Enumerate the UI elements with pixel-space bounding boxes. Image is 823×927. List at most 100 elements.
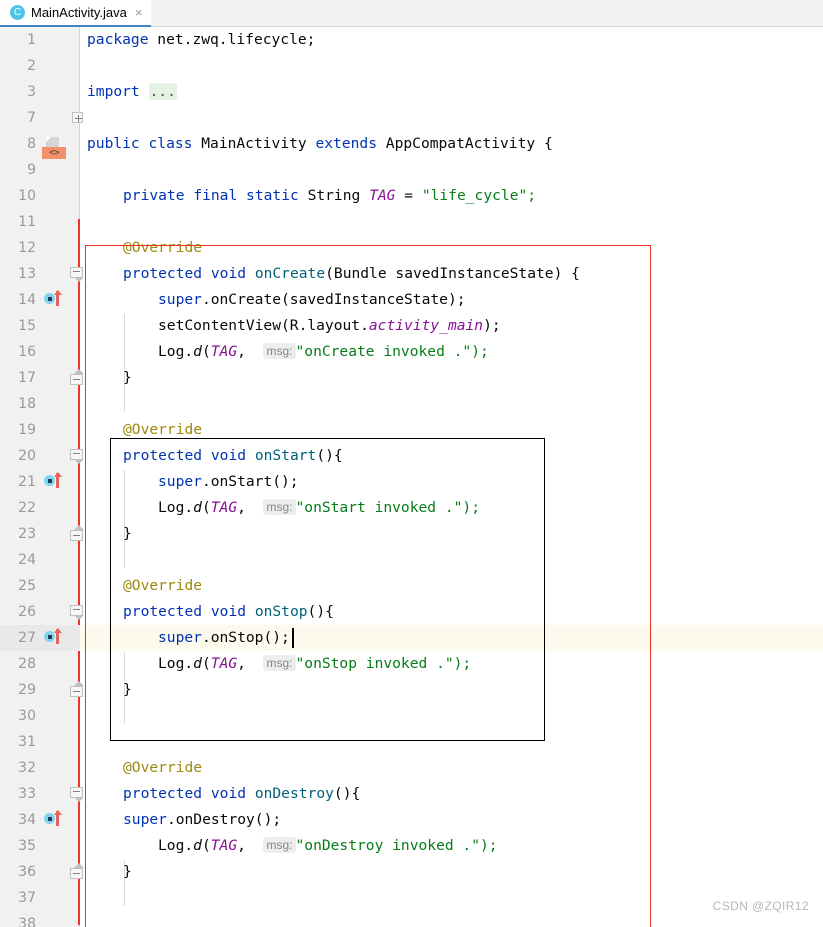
- code-line-33[interactable]: protected void onDestroy(){: [123, 781, 360, 807]
- line-number: 30: [18, 708, 36, 724]
- line-number: 16: [18, 344, 36, 360]
- brace-close: }: [123, 525, 132, 542]
- string-onstop-invoked: "onStop invoked .");: [295, 655, 472, 672]
- code-line-8[interactable]: public class MainActivity extends AppCom…: [87, 131, 553, 157]
- fold-minus-icon: [73, 271, 80, 272]
- keyword-final: final: [193, 187, 238, 204]
- comma: ,: [237, 499, 246, 516]
- tab-mainactivity-java[interactable]: C MainActivity.java ×: [0, 0, 152, 27]
- ondestroy-signature: (){: [333, 785, 361, 802]
- field-tag: TAG: [369, 187, 396, 204]
- code-line-3[interactable]: import ...: [87, 79, 177, 105]
- line-number: 12: [18, 240, 36, 256]
- override-gutter-icon-onstart[interactable]: [44, 472, 66, 489]
- code-editor[interactable]: <> 1 2 3 7 8 9 10 11 12 13 14 15 16 17 1…: [0, 27, 823, 927]
- code-line-14[interactable]: super.onCreate(savedInstanceState);: [158, 287, 466, 313]
- code-line-17[interactable]: }: [123, 365, 132, 391]
- code-line-20[interactable]: protected void onStart(){: [123, 443, 343, 469]
- parameter-hint-msg: msg:: [263, 499, 296, 515]
- editor-tab-bar: C MainActivity.java ×: [0, 0, 823, 27]
- code-line-1[interactable]: package net.zwq.lifecycle;: [87, 27, 315, 53]
- code-line-23[interactable]: }: [123, 521, 132, 547]
- code-line-10[interactable]: private final static String TAG = "life_…: [123, 183, 536, 209]
- code-line-26[interactable]: protected void onStop(){: [123, 599, 334, 625]
- override-gutter-icon-ondestroy[interactable]: [44, 810, 66, 827]
- super-onstart-call: .onStart();: [201, 473, 299, 490]
- line-number: 26: [18, 604, 36, 620]
- onstart-signature: (){: [316, 447, 343, 464]
- code-line-16[interactable]: Log.d(TAG, msg: "onCreate invoked .");: [158, 339, 489, 365]
- code-line-15[interactable]: setContentView(R.layout.activity_main);: [158, 313, 501, 339]
- fold-minus-icon: [73, 791, 80, 792]
- fold-collapse-oncreate-icon[interactable]: [70, 267, 84, 284]
- fold-minus-icon: [73, 453, 80, 454]
- parameter-hint-msg: msg:: [263, 837, 296, 853]
- keyword-super: super: [123, 811, 167, 828]
- super-oncreate-call: .onCreate(savedInstanceState);: [201, 291, 466, 308]
- line-number: 15: [18, 318, 36, 334]
- keyword-void: void: [210, 265, 247, 282]
- code-line-29[interactable]: }: [123, 677, 132, 703]
- android-layout-xml-icon[interactable]: <>: [42, 137, 66, 161]
- fold-start-shape-icon: [70, 267, 84, 282]
- fold-end-onstop-icon[interactable]: [70, 681, 84, 697]
- override-gutter-icon-oncreate[interactable]: [44, 290, 66, 307]
- code-line-22[interactable]: Log.d(TAG, msg: "onStart invoked .");: [158, 495, 480, 521]
- override-arrow-icon: [53, 290, 62, 306]
- override-gutter-icon-onstop[interactable]: [44, 628, 66, 645]
- code-line-36[interactable]: }: [123, 859, 132, 885]
- line-number: 36: [18, 864, 36, 880]
- code-line-34[interactable]: super.onDestroy();: [123, 807, 281, 833]
- fold-collapse-ondestroy-icon[interactable]: [70, 787, 84, 804]
- folded-imports-placeholder[interactable]: ...: [148, 83, 177, 100]
- super-onstop-call: .onStop();: [201, 629, 290, 646]
- line-number: 20: [18, 448, 36, 464]
- fold-minus-icon: [73, 609, 80, 610]
- close-icon[interactable]: ×: [135, 5, 143, 20]
- method-d: d: [193, 655, 202, 672]
- fold-end-onstart-icon[interactable]: [70, 525, 84, 541]
- watermark-text: CSDN @ZQIR12: [712, 899, 809, 913]
- fold-minus-icon: [73, 691, 80, 692]
- resource-activity-main: activity_main: [368, 317, 484, 334]
- line-number: 31: [18, 734, 36, 750]
- keyword-import: import: [87, 83, 140, 100]
- line-number: 22: [18, 500, 36, 516]
- line-number: 28: [18, 656, 36, 672]
- code-line-32[interactable]: @Override: [123, 755, 202, 781]
- code-line-21[interactable]: super.onStart();: [158, 469, 299, 495]
- fold-start-shape-icon: [70, 605, 84, 620]
- line-number: 9: [27, 162, 36, 178]
- line-number: 14: [18, 292, 36, 308]
- fold-expand-import-icon[interactable]: [72, 112, 83, 123]
- keyword-protected: protected: [123, 447, 203, 464]
- fold-collapse-onstop-icon[interactable]: [70, 605, 84, 622]
- annotation-override: @Override: [123, 577, 203, 594]
- keyword-extends: extends: [315, 135, 377, 152]
- log-object: Log.: [158, 837, 194, 854]
- brace-close: }: [123, 681, 132, 698]
- code-line-13[interactable]: protected void onCreate(Bundle savedInst…: [123, 261, 580, 287]
- onstop-signature: (){: [307, 603, 334, 620]
- code-line-19[interactable]: @Override: [123, 417, 202, 443]
- fold-end-ondestroy-icon[interactable]: [70, 863, 84, 879]
- line-number: 32: [18, 760, 36, 776]
- string-ondestroy-invoked: "onDestroy invoked .");: [295, 837, 498, 854]
- code-line-25[interactable]: @Override: [123, 573, 202, 599]
- code-line-27[interactable]: super.onStop();: [158, 625, 290, 651]
- annotation-override: @Override: [123, 239, 203, 256]
- fold-end-oncreate-icon[interactable]: [70, 369, 84, 385]
- code-line-35[interactable]: Log.d(TAG, msg: "onDestroy invoked .");: [158, 833, 498, 859]
- code-line-28[interactable]: Log.d(TAG, msg: "onStop invoked .");: [158, 651, 471, 677]
- brace-close: }: [123, 863, 132, 880]
- changed-lines-stripe: [78, 219, 80, 925]
- method-d: d: [193, 499, 202, 516]
- code-line-12[interactable]: @Override: [123, 235, 202, 261]
- override-arrow-icon: [53, 810, 62, 826]
- fold-collapse-onstart-icon[interactable]: [70, 449, 84, 466]
- keyword-void: void: [210, 447, 247, 464]
- fold-start-shape-icon: [70, 449, 84, 464]
- comma: ,: [237, 655, 246, 672]
- brace-close: }: [123, 369, 132, 386]
- keyword-class: class: [148, 135, 193, 152]
